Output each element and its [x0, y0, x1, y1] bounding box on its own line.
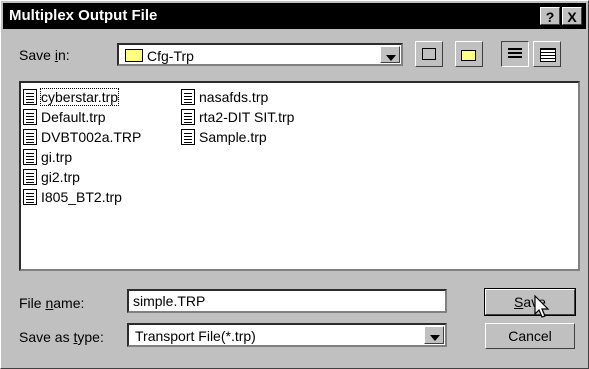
save-as-type-dropdown-button[interactable] [424, 326, 444, 344]
list-view-icon [508, 48, 522, 60]
new-folder-icon [461, 50, 476, 61]
file-item[interactable]: gi.trp [23, 147, 72, 167]
file-icon [23, 109, 37, 125]
file-icon [23, 149, 37, 165]
file-icon [181, 129, 195, 145]
cancel-button[interactable]: Cancel [485, 323, 575, 349]
title-bar: Multiplex Output File ? X [3, 3, 586, 29]
file-item[interactable]: gi2.trp [23, 167, 80, 187]
save-as-type-label: Save as type: [19, 329, 104, 345]
file-item[interactable]: rta2-DIT SIT.trp [181, 107, 294, 127]
details-view-icon [540, 48, 556, 62]
file-item[interactable]: DVBT002a.TRP [23, 127, 141, 147]
file-icon [181, 89, 195, 105]
close-button[interactable]: X [562, 7, 582, 25]
file-item[interactable]: Sample.trp [181, 127, 267, 147]
list-view-button[interactable] [501, 41, 529, 67]
file-icon [23, 89, 37, 105]
save-in-folder: Cfg-Trp [147, 48, 194, 64]
mouse-pointer-icon [534, 295, 550, 318]
file-icon [23, 129, 37, 145]
save-dialog: Multiplex Output File ? X Save in: Cfg-T… [0, 0, 589, 369]
new-folder-button[interactable] [455, 41, 483, 67]
folder-icon [125, 49, 143, 62]
details-view-button[interactable] [533, 41, 561, 67]
file-icon [23, 189, 37, 205]
file-icon [181, 109, 195, 125]
save-in-dropdown-button[interactable] [380, 46, 400, 63]
save-in-combo[interactable]: Cfg-Trp [117, 43, 403, 66]
up-folder-button[interactable] [415, 41, 443, 67]
window-title: Multiplex Output File [9, 7, 158, 24]
up-folder-icon [422, 48, 436, 60]
save-as-type-combo[interactable]: Transport File(*.trp) [127, 323, 447, 347]
file-item[interactable]: nasafds.trp [181, 87, 268, 107]
file-list[interactable]: cyberstar.trp Default.trp DVBT002a.TRP g… [19, 81, 580, 271]
file-name-field[interactable] [127, 289, 447, 313]
file-name-input[interactable] [129, 291, 445, 311]
help-button[interactable]: ? [540, 7, 560, 25]
file-icon [23, 169, 37, 185]
file-name-label: File name: [19, 295, 85, 311]
save-button[interactable]: Save [484, 288, 576, 316]
save-in-label: Save in: [19, 47, 70, 63]
file-item[interactable]: cyberstar.trp [23, 87, 120, 107]
file-item[interactable]: Default.trp [23, 107, 106, 127]
save-as-type-value: Transport File(*.trp) [135, 328, 256, 344]
file-item[interactable]: I805_BT2.trp [23, 187, 122, 207]
